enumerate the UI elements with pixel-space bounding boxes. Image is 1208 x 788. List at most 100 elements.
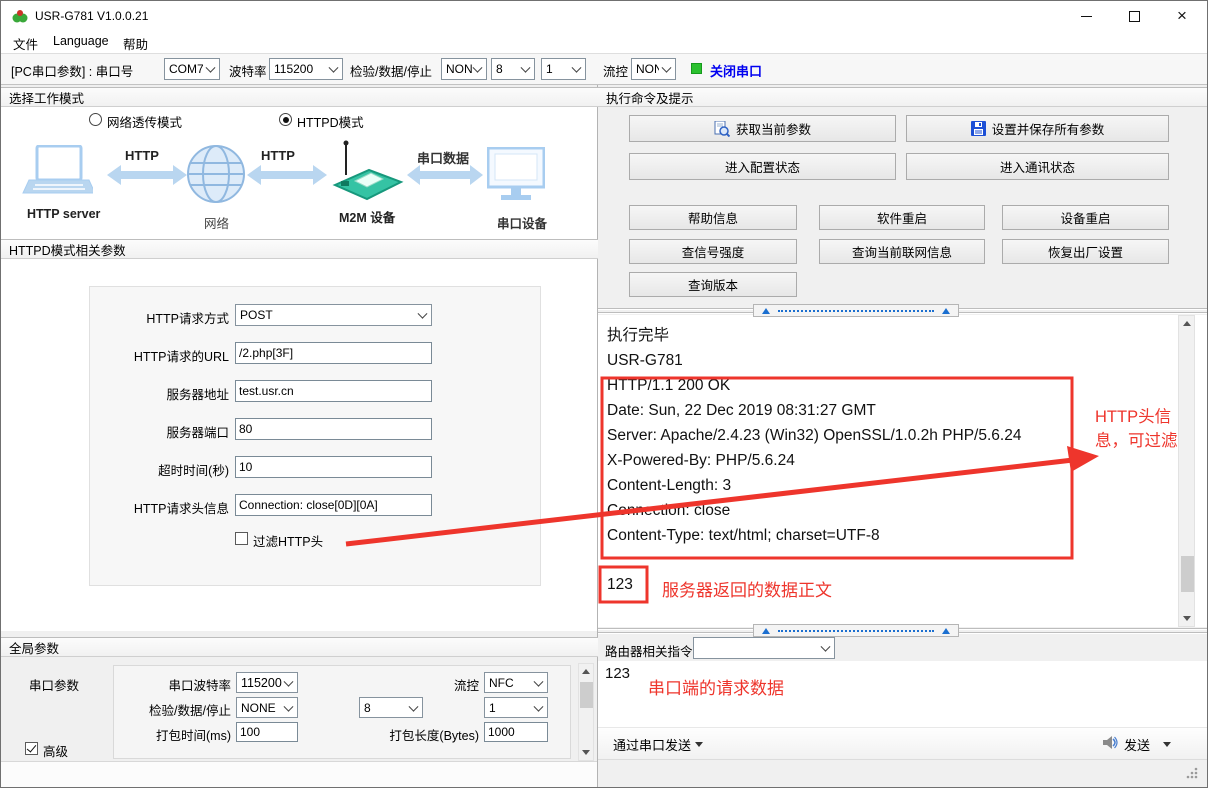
chevron-down-icon[interactable]: [695, 742, 703, 747]
device-restart-button[interactable]: 设备重启: [1002, 205, 1169, 230]
http-method-label: HTTP请求方式: [1, 308, 229, 327]
serial-section-label: 串口参数: [29, 675, 79, 694]
title-bar: USR-G781 V1.0.0.21 ×: [1, 1, 1207, 31]
chevron-down-icon: [572, 63, 582, 73]
global-scrollbar[interactable]: [578, 663, 594, 761]
log-line: Server: Apache/2.4.23 (Win32) OpenSSL/1.…: [607, 423, 1021, 448]
http-method-select[interactable]: POST: [235, 304, 432, 326]
soft-restart-button[interactable]: 软件重启: [819, 205, 985, 230]
chevron-down-icon: [821, 642, 831, 652]
floppy-save-icon: [971, 121, 986, 136]
server-addr-input[interactable]: [235, 380, 432, 402]
query-version-button[interactable]: 查询版本: [629, 272, 797, 297]
net-info-button[interactable]: 查询当前联网信息: [819, 239, 985, 264]
send-button[interactable]: 发送: [1124, 735, 1150, 754]
server-port-label: 服务器端口: [1, 422, 229, 441]
scroll-down-icon[interactable]: [1179, 611, 1194, 626]
workmode-title: 选择工作模式: [9, 88, 84, 107]
diagram-label-network: 网络: [204, 213, 229, 232]
radio-transparent-mode[interactable]: [89, 113, 102, 126]
help-info-button[interactable]: 帮助信息: [629, 205, 797, 230]
scrollbar-thumb[interactable]: [580, 682, 593, 708]
baud-select[interactable]: 115200: [269, 58, 343, 80]
stopbits-select[interactable]: 1: [541, 58, 586, 80]
menu-help[interactable]: 帮助: [123, 34, 148, 53]
radio-httpd-mode[interactable]: [279, 113, 292, 126]
minimize-icon: [1081, 16, 1092, 17]
chevron-down-icon: [662, 63, 672, 73]
double-arrow-icon: [407, 164, 483, 186]
diagram-link-http-2: HTTP: [261, 148, 295, 163]
save-params-button[interactable]: 设置并保存所有参数: [906, 115, 1169, 142]
chevron-down-icon: [473, 63, 483, 73]
commands-title: 执行命令及提示: [606, 88, 694, 107]
flow-select[interactable]: NONE: [631, 58, 676, 80]
double-arrow-icon: [247, 164, 327, 186]
m2m-device-icon: [331, 137, 405, 203]
http-url-input[interactable]: [235, 342, 432, 364]
router-cmd-label: 路由器相关指令: [605, 641, 693, 660]
enter-config-button[interactable]: 进入配置状态: [629, 153, 896, 180]
log-line: USR-G781: [607, 348, 1021, 373]
splitter-handle[interactable]: [753, 304, 959, 317]
log-line: Content-Length: 3: [607, 473, 1021, 498]
enter-comm-button[interactable]: 进入通讯状态: [906, 153, 1169, 180]
close-button[interactable]: ×: [1159, 1, 1205, 31]
resize-grip-icon[interactable]: [1185, 766, 1199, 780]
workmode-group-header: 选择工作模式: [1, 87, 598, 107]
chevron-down-icon[interactable]: [1163, 742, 1171, 747]
timeout-input[interactable]: [235, 456, 432, 478]
http-header-label: HTTP请求头信息: [1, 498, 229, 517]
minimize-button[interactable]: [1063, 1, 1109, 31]
advanced-label[interactable]: 高级: [43, 741, 68, 760]
chevron-down-icon: [206, 63, 216, 73]
http-header-input[interactable]: [235, 494, 432, 516]
g-packtime-label: 打包时间(ms): [121, 725, 231, 744]
parity-select[interactable]: NONI: [441, 58, 487, 80]
request-text: 123: [605, 665, 630, 682]
g-packtime-input[interactable]: [236, 722, 298, 742]
scroll-up-icon[interactable]: [579, 664, 593, 679]
scrollbar-thumb[interactable]: [1181, 556, 1194, 592]
chevron-down-icon: [534, 676, 544, 686]
databits-select[interactable]: 8: [491, 58, 535, 80]
g-packlen-label: 打包长度(Bytes): [351, 725, 479, 744]
g-flow-select[interactable]: NFC: [484, 672, 548, 693]
g-parity-select[interactable]: NONE: [236, 697, 298, 718]
chevron-down-icon: [521, 63, 531, 73]
scroll-down-icon[interactable]: [579, 745, 593, 760]
chevron-down-icon: [329, 63, 339, 73]
radio-transparent-label[interactable]: 网络透传模式: [107, 112, 182, 131]
server-port-input[interactable]: [235, 418, 432, 440]
pc-serial-label: [PC串口参数] : 串口号: [11, 61, 133, 80]
router-cmd-select[interactable]: [693, 637, 835, 659]
app-icon: [12, 8, 28, 24]
filter-http-checkbox[interactable]: [235, 532, 248, 545]
log-line: Content-Type: text/html; charset=UTF-8: [607, 523, 1021, 548]
g-databits-select[interactable]: 8: [359, 697, 423, 718]
commands-group-header: 执行命令及提示: [598, 87, 1207, 107]
splitter-handle[interactable]: [753, 624, 959, 637]
factory-reset-button[interactable]: 恢复出厂设置: [1002, 239, 1169, 264]
send-via-serial-button[interactable]: 通过串口发送: [613, 735, 691, 754]
log-scrollbar[interactable]: [1178, 315, 1195, 627]
g-baud-select[interactable]: 115200: [236, 672, 298, 693]
menu-language[interactable]: Language: [53, 34, 109, 48]
scroll-up-icon[interactable]: [1179, 316, 1194, 331]
filter-http-label[interactable]: 过滤HTTP头: [253, 531, 323, 550]
close-serial-button[interactable]: 关闭串口: [710, 61, 762, 80]
com-port-select[interactable]: COM7: [164, 58, 220, 80]
log-line: HTTP/1.1 200 OK: [607, 373, 1021, 398]
g-stopbits-select[interactable]: 1: [484, 697, 548, 718]
log-lines: 执行完毕 USR-G781 HTTP/1.1 200 OK Date: Sun,…: [607, 323, 1021, 548]
status-strip: [598, 759, 1207, 787]
advanced-checkbox[interactable]: [25, 742, 38, 755]
maximize-button[interactable]: [1111, 1, 1157, 31]
radio-httpd-label[interactable]: HTTPD模式: [297, 112, 364, 131]
g-packlen-input[interactable]: [484, 722, 548, 742]
log-body-text: 123: [607, 572, 633, 597]
get-params-button[interactable]: 获取当前参数: [629, 115, 896, 142]
signal-strength-button[interactable]: 查信号强度: [629, 239, 797, 264]
chevron-down-icon: [284, 676, 294, 686]
menu-file[interactable]: 文件: [13, 34, 38, 53]
